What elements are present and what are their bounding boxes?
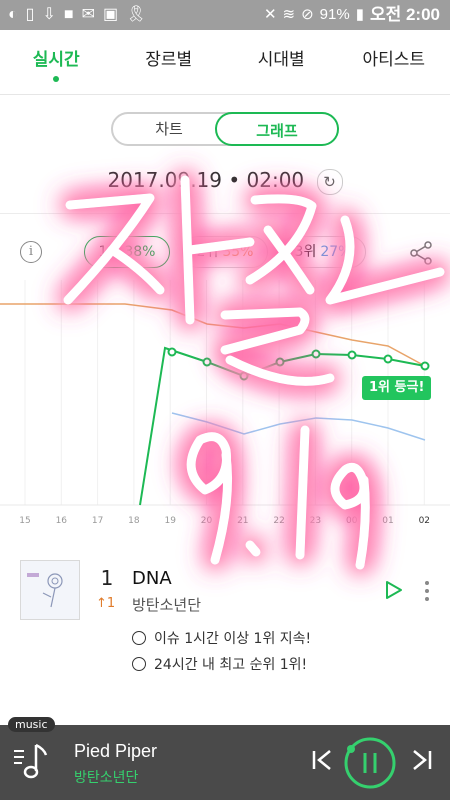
mute-icon: ✕ <box>263 6 277 23</box>
tab-genre[interactable]: 장르별 <box>113 30 226 94</box>
clock-icon <box>132 631 146 645</box>
series-point <box>239 371 249 381</box>
x-tick-label: 21 <box>237 516 248 526</box>
more-options-icon[interactable] <box>419 578 435 604</box>
series-point <box>347 350 357 360</box>
tab-label: 실시간 <box>32 50 80 70</box>
rank-pill-3[interactable]: 3위 27% <box>280 236 366 268</box>
now-playing-title: Pied Piper <box>74 741 158 761</box>
x-tick-label: 18 <box>128 516 140 526</box>
rank-pill-percent: 38% <box>124 244 156 260</box>
tab-era[interactable]: 시대별 <box>225 30 338 94</box>
album-art[interactable] <box>20 560 80 620</box>
tab-artist[interactable]: 아티스트 <box>338 30 450 94</box>
x-tick-label: 00 <box>346 516 358 526</box>
x-tick-label: 20 <box>201 516 213 526</box>
series-point <box>311 349 321 359</box>
music-tag: music <box>8 717 55 732</box>
x-tick-label: 01 <box>382 516 393 526</box>
series-line-rank3 <box>171 412 426 441</box>
no-disturb-icon: ⊘ <box>301 6 314 23</box>
clock: 오전 2:00 <box>369 5 440 24</box>
x-tick-label: 15 <box>19 516 30 526</box>
share-icon[interactable] <box>408 240 434 266</box>
song-title[interactable]: DNA <box>132 568 172 589</box>
tab-label: 아티스트 <box>362 50 426 70</box>
view-toggle: 차트 그래프 <box>111 112 339 146</box>
x-axis-labels: 15 16 17 18 19 20 21 22 23 00 01 02 <box>19 516 430 526</box>
series-point <box>383 354 393 364</box>
rank-pill-label: 2위 <box>196 244 219 260</box>
playlist-icon[interactable] <box>12 739 52 783</box>
next-icon[interactable] <box>408 745 436 775</box>
notification-icons: ◐ ▯ ⇩ ■ ✉ ▣ 🎗 <box>8 5 146 25</box>
mail-icon: ✉ <box>81 6 95 23</box>
note-text: 24시간 내 최고 순위 1위! <box>154 657 308 673</box>
rank-number: 1 <box>100 566 114 590</box>
rank-graph: 15 16 17 18 19 20 21 22 23 00 01 02 <box>0 280 450 526</box>
ribbon-icon: 🎗 <box>126 6 147 23</box>
previous-icon[interactable] <box>308 745 336 775</box>
rank-pill-percent: 35% <box>222 244 254 260</box>
info-icon[interactable]: i <box>20 241 42 263</box>
refresh-icon[interactable]: ↻ <box>316 168 343 195</box>
tab-label: 장르별 <box>145 50 193 70</box>
image-icon: ▣ <box>102 6 119 23</box>
rank-pill-1[interactable]: 1위 38% <box>84 236 170 268</box>
battery-label: 91% <box>319 6 350 23</box>
chart-datetime: 2017.09.19 • 02:00 ↻ <box>0 168 450 195</box>
x-tick-label: 23 <box>310 516 321 526</box>
battery-icon: ▮ <box>355 6 364 23</box>
song-artist[interactable]: 방탄소년단 <box>132 594 201 615</box>
pay-icon: ■ <box>63 6 74 23</box>
note-item: 24시간 내 최고 순위 1위! <box>132 654 307 674</box>
notification-icon: ◐ <box>8 6 18 23</box>
x-tick-label: 17 <box>92 516 103 526</box>
status-right: ✕ ≋ ⊘ 91% ▮ 오전 2:00 <box>264 5 440 25</box>
series-points-rank1 <box>167 347 430 381</box>
clock-icon <box>132 657 146 671</box>
chart-tabs: 실시간 장르별 시대별 아티스트 <box>0 30 450 95</box>
rank-up-badge: 1위 등극! <box>362 376 432 400</box>
rank-pill-percent: 27% <box>320 244 352 260</box>
tab-realtime[interactable]: 실시간 <box>0 30 113 94</box>
rank-pill-label: 1위 <box>98 244 121 260</box>
play-icon[interactable] <box>384 580 404 600</box>
series-point <box>420 361 430 371</box>
now-playing-artist: 방탄소년단 <box>74 770 139 786</box>
series-point <box>275 357 285 367</box>
note-text: 이슈 1시간 이상 1위 지속! <box>154 631 312 647</box>
datetime-text: 2017.09.19 • 02:00 <box>107 168 305 192</box>
x-tick-label: 19 <box>164 516 176 526</box>
x-tick-label: 22 <box>273 516 284 526</box>
chart-view-button[interactable]: 차트 <box>113 112 225 146</box>
series-point <box>167 347 177 357</box>
pause-icon[interactable] <box>343 736 397 790</box>
album-art-image <box>21 561 79 619</box>
tab-label: 시대별 <box>257 50 305 70</box>
rank-pill-2[interactable]: 2위 35% <box>182 236 268 268</box>
song-row[interactable]: 1 ↑1 DNA 방탄소년단 이슈 1시간 이상 1위 지속! 24시간 내 최… <box>0 548 450 708</box>
active-dot <box>53 76 60 82</box>
status-bar: ◐ ▯ ⇩ ■ ✉ ▣ 🎗 ✕ ≋ ⊘ 91% ▮ 오전 2:00 <box>0 0 450 30</box>
mini-player[interactable]: music Pied Piper 방탄소년단 <box>0 717 450 800</box>
graph-view-button[interactable]: 그래프 <box>215 112 339 146</box>
x-tick-label: 02 <box>419 516 430 526</box>
divider <box>0 213 450 214</box>
rank-change: ↑1 <box>96 596 116 611</box>
rank-pill-label: 3위 <box>294 244 317 260</box>
series-point <box>202 357 212 367</box>
wifi-icon: ≋ <box>282 6 296 23</box>
phone-icon: ▯ <box>25 6 35 23</box>
note-item: 이슈 1시간 이상 1위 지속! <box>132 628 311 648</box>
x-tick-label: 16 <box>56 516 68 526</box>
download-icon: ⇩ <box>42 6 56 23</box>
